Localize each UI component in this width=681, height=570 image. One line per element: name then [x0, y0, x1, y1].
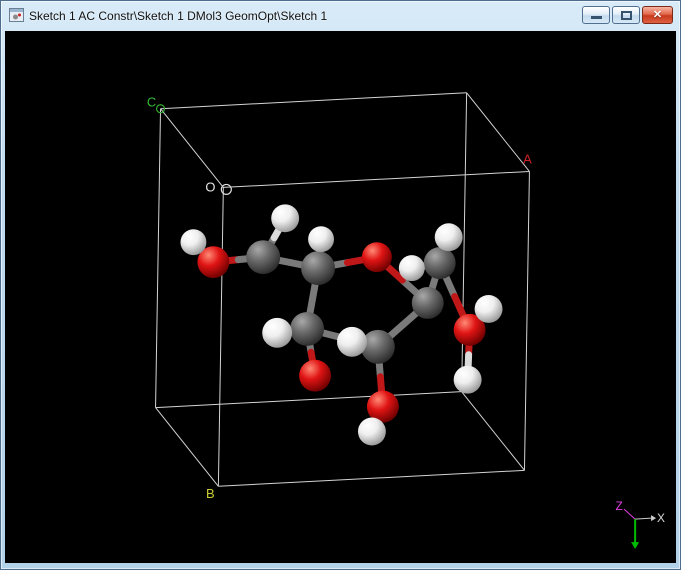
- cell-edge: [523, 171, 530, 471]
- atom-H[interactable]: [262, 317, 293, 348]
- cell-edge: [155, 407, 219, 487]
- cell-label-o: O: [205, 179, 215, 194]
- atom-H[interactable]: [337, 326, 367, 357]
- axis-x-label: X: [657, 511, 665, 525]
- atom-H[interactable]: [474, 295, 503, 323]
- cell-label-c: C: [147, 95, 156, 110]
- atom-O[interactable]: [361, 242, 392, 273]
- axis-z-line: [623, 508, 636, 520]
- atom-C[interactable]: [423, 247, 456, 280]
- cell-label-b: B: [206, 486, 215, 501]
- app-icon[interactable]: [9, 8, 24, 22]
- app-icon-image: [9, 8, 24, 22]
- atom-C[interactable]: [290, 311, 325, 346]
- cell-edge: [160, 92, 467, 110]
- maximize-icon: [621, 11, 632, 20]
- close-icon: ✕: [652, 9, 663, 21]
- axis-x-line: [635, 517, 652, 520]
- app-window: Sketch 1 AC Constr\Sketch 1 DMol3 GeomOp…: [0, 0, 681, 570]
- window-controls: ✕: [582, 6, 673, 24]
- cell-edge: [217, 187, 224, 487]
- atom-H[interactable]: [434, 223, 463, 252]
- atom-O[interactable]: [299, 359, 332, 392]
- atom-H[interactable]: [398, 255, 425, 282]
- cell-edge: [466, 92, 530, 172]
- cell-edge: [155, 391, 462, 409]
- window-title: Sketch 1 AC Constr\Sketch 1 DMol3 GeomOp…: [29, 9, 328, 23]
- maximize-button[interactable]: [612, 6, 640, 24]
- viewport-canvas[interactable]: C O A B Z X: [5, 31, 676, 563]
- cell-edge: [155, 108, 162, 408]
- cell-label-a: A: [523, 152, 532, 167]
- atom-H[interactable]: [271, 204, 300, 233]
- cell-edge: [461, 391, 525, 471]
- cell-edge: [218, 469, 525, 487]
- atom-C[interactable]: [411, 287, 444, 319]
- minimize-icon: [591, 16, 602, 19]
- cell-edge: [160, 108, 224, 188]
- atom-H[interactable]: [453, 365, 482, 394]
- atom-C[interactable]: [246, 240, 281, 275]
- axis-x-arrowhead: [651, 515, 657, 522]
- cell-edge: [223, 170, 530, 188]
- atom-C[interactable]: [301, 251, 336, 286]
- atom-H[interactable]: [357, 417, 386, 446]
- close-button[interactable]: ✕: [642, 6, 673, 24]
- axis-y-arrowhead: [631, 542, 640, 550]
- minimize-button[interactable]: [582, 6, 610, 24]
- atom-H[interactable]: [308, 226, 335, 253]
- axis-z-label: Z: [616, 499, 623, 513]
- viewport[interactable]: C O A B Z X: [5, 31, 676, 563]
- titlebar[interactable]: Sketch 1 AC Constr\Sketch 1 DMol3 GeomOp…: [1, 1, 680, 31]
- atom-H[interactable]: [180, 229, 207, 256]
